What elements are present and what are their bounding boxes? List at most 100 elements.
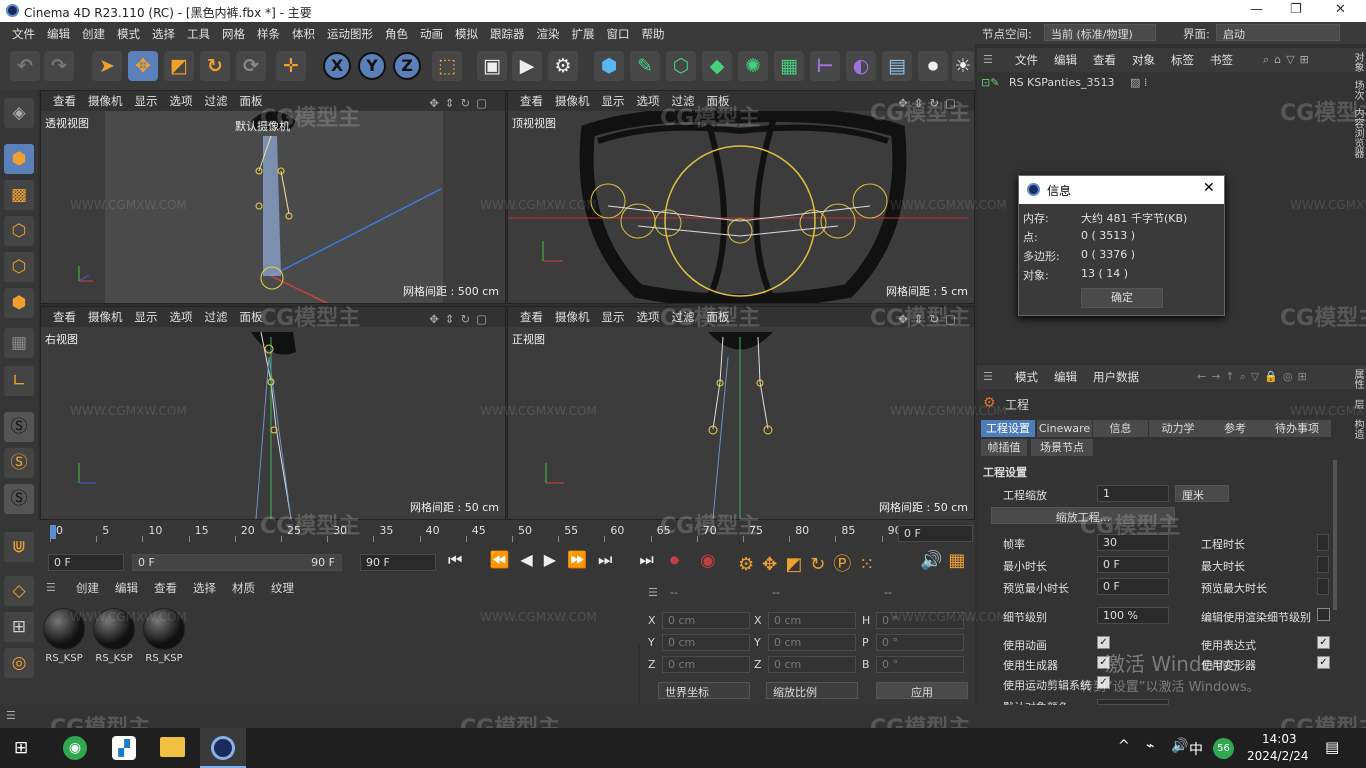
maximize-icon[interactable]: ❐ [1290, 2, 1302, 17]
app-tile-icon[interactable]: ▞ [112, 736, 136, 760]
hamburger-icon[interactable]: ☰ [983, 370, 993, 383]
coord-size-field[interactable]: 0 cm [768, 656, 856, 673]
vp-menu-display[interactable]: 显示 [596, 307, 631, 327]
attribute-menu-item[interactable]: 模式 [1007, 365, 1046, 389]
vp-menu-filter[interactable]: 过滤 [199, 91, 234, 111]
node-space-dropdown[interactable]: 当前 (标准/物理) [1044, 24, 1156, 41]
menu-item[interactable]: 工具 [181, 26, 216, 42]
object-manager-tools[interactable]: ⌕⌂▽⊞ [1263, 53, 1314, 67]
clock-date[interactable]: 2024/2/24 [1247, 749, 1309, 763]
polygons-mode-icon[interactable]: ⬢ [4, 288, 34, 318]
menu-item[interactable]: 渲染 [531, 26, 566, 42]
menu-item[interactable]: 体积 [286, 26, 321, 42]
attribute-tab[interactable]: 参考 [1207, 420, 1263, 437]
attribute-tab[interactable]: 待办事项 [1263, 420, 1331, 437]
select-cursor-icon[interactable]: ➤ [92, 51, 122, 81]
recent-tool-icon[interactable]: ⟳ [236, 51, 266, 81]
attribute-scrollbar[interactable] [1333, 460, 1337, 610]
coord-pos-field[interactable]: 0 cm [662, 612, 750, 629]
perspective-viewport[interactable]: 查看 摄像机 显示 选项 过滤 面板 ✥⇕↻▢ 透视视图 默认摄像机 网格间距 : 500 … [40, 90, 506, 304]
coord-rot-field[interactable]: 0 ° [876, 656, 964, 673]
windows-start-icon[interactable]: ⊞ [14, 738, 28, 758]
keyframe-tools[interactable]: ⚙✥◩↻Ⓟ⁙ [738, 550, 882, 576]
scale-unit-dropdown[interactable]: 厘米 [1175, 485, 1229, 502]
object-visibility-icon[interactable]: ▨ ⁞ [1130, 76, 1147, 89]
object-menu-item[interactable]: 对象 [1124, 48, 1163, 72]
minimize-icon[interactable]: — [1250, 2, 1263, 17]
default-camera-label[interactable]: 默认摄像机 [235, 118, 290, 134]
attribute-menu-item[interactable]: 用户数据 [1085, 365, 1147, 389]
top-viewport[interactable]: 查看 摄像机 显示 选项 过滤 面板 ✥⇕↻▢ 顶视视图 网格间距 : 5 cm [507, 90, 975, 304]
coord-pos-field[interactable]: 0 cm [662, 634, 750, 651]
vp-menu-view[interactable]: 查看 [514, 91, 549, 111]
scale-field[interactable]: 1 [1097, 485, 1169, 502]
viewport-nav-icons[interactable]: ✥⇕↻▢ [423, 93, 499, 113]
material-menu-item[interactable]: 查看 [146, 578, 185, 598]
viewport-nav-icons[interactable]: ✥⇕↻▢ [892, 309, 968, 329]
vp-menu-filter[interactable]: 过滤 [199, 307, 234, 327]
timeline-playhead[interactable] [50, 525, 56, 539]
workplane-icon[interactable]: ◇ [4, 576, 34, 606]
ok-button[interactable]: 确定 [1081, 288, 1163, 308]
apply-button[interactable]: 应用 [876, 682, 968, 699]
interface-dropdown[interactable]: 启动 [1216, 24, 1340, 41]
material-item[interactable]: RS_KSP [92, 608, 136, 664]
attribute-nav-tools[interactable]: ←→↑⌕▽🔒◎⊞ [1197, 370, 1312, 384]
axis-mode-icon[interactable]: ∟ [4, 366, 34, 396]
render-picture-viewer-icon[interactable]: ▶ [512, 51, 542, 81]
timeline-end-field[interactable]: 0 F [898, 525, 973, 542]
object-menu-item[interactable]: 标签 [1163, 48, 1202, 72]
hamburger-icon[interactable]: ☰ [648, 586, 658, 599]
timeline-ruler[interactable]: 0 5 10 15 20 25 30 35 40 45 50 55 60 65 70 75 80 85 90 [50, 522, 902, 542]
object-side-tab[interactable]: 场次 [1352, 80, 1363, 100]
pen-spline-icon[interactable]: ✎ [630, 51, 660, 81]
front-viewport[interactable]: 查看 摄像机 显示 选项 过滤 面板 ✥⇕↻▢ 正视图 网格间距 : 50 cm [507, 306, 975, 520]
sound-film-icons[interactable]: 🔊▦ [920, 550, 971, 571]
object-menu-item[interactable]: 编辑 [1046, 48, 1085, 72]
scale-project-button[interactable]: 缩放工程... [991, 507, 1175, 524]
hamburger-icon[interactable]: ☰ [46, 581, 56, 594]
camera-icon[interactable]: ⏺ [918, 51, 948, 81]
object-side-tab[interactable]: 内容浏览器 [1352, 108, 1363, 158]
coord-rot-field[interactable]: 0 ° [876, 634, 964, 651]
vp-menu-panel[interactable]: 面板 [234, 307, 269, 327]
menu-item[interactable]: 动画 [414, 26, 449, 42]
redo-icon[interactable]: ↷ [44, 51, 74, 81]
menu-item[interactable]: 帮助 [636, 26, 671, 42]
lod-field[interactable]: 100 % [1097, 607, 1169, 624]
quantize-icon[interactable]: ◎ [4, 648, 34, 678]
cloner-icon[interactable]: ✺ [738, 51, 768, 81]
viewport-nav-icons[interactable]: ✥⇕↻▢ [892, 93, 968, 113]
max-time-field[interactable] [1317, 556, 1329, 573]
attribute-side-tab[interactable]: 属性 [1352, 369, 1363, 389]
vp-menu-camera[interactable]: 摄像机 [82, 91, 129, 111]
vp-menu-camera[interactable]: 摄像机 [549, 91, 596, 111]
model-mode-icon[interactable]: ⬢ [4, 144, 34, 174]
preview-min-field[interactable]: 0 F [1097, 578, 1169, 595]
viewport-nav-icons[interactable]: ✥⇕↻▢ [423, 309, 499, 329]
use-expr-checkbox[interactable]: ✓ [1317, 636, 1330, 649]
vp-menu-display[interactable]: 显示 [596, 91, 631, 111]
coord-size-field[interactable]: 0 cm [768, 634, 856, 651]
grid-snap-icon[interactable]: ⊞ [4, 612, 34, 642]
vp-menu-options[interactable]: 选项 [631, 91, 666, 111]
material-menu-item[interactable]: 选择 [185, 578, 224, 598]
vp-menu-panel[interactable]: 面板 [701, 91, 736, 111]
vp-menu-display[interactable]: 显示 [129, 91, 164, 111]
vp-menu-panel[interactable]: 面板 [701, 307, 736, 327]
object-menu-item[interactable]: 文件 [1007, 48, 1046, 72]
move-icon[interactable]: ✥ [128, 51, 158, 81]
vp-menu-options[interactable]: 选项 [164, 307, 199, 327]
menu-item[interactable]: 创建 [76, 26, 111, 42]
cinema4d-task-button[interactable] [200, 728, 246, 768]
attribute-tab[interactable]: 场景节点 [1031, 439, 1093, 456]
vp-menu-camera[interactable]: 摄像机 [549, 307, 596, 327]
playback-controls[interactable]: ⏮ ⏪◀▶⏩⏭ ⏭ [448, 550, 665, 570]
solo-off-icon[interactable]: Ⓢ [4, 484, 34, 514]
attribute-side-tab[interactable]: 构造 [1352, 419, 1363, 439]
field-icon[interactable]: ◐ [846, 51, 876, 81]
attribute-tab[interactable]: 帧插值 [981, 439, 1027, 456]
vp-menu-options[interactable]: 选项 [164, 91, 199, 111]
menu-item[interactable]: 运动图形 [321, 26, 379, 42]
solo-icon[interactable]: Ⓢ [4, 412, 34, 442]
